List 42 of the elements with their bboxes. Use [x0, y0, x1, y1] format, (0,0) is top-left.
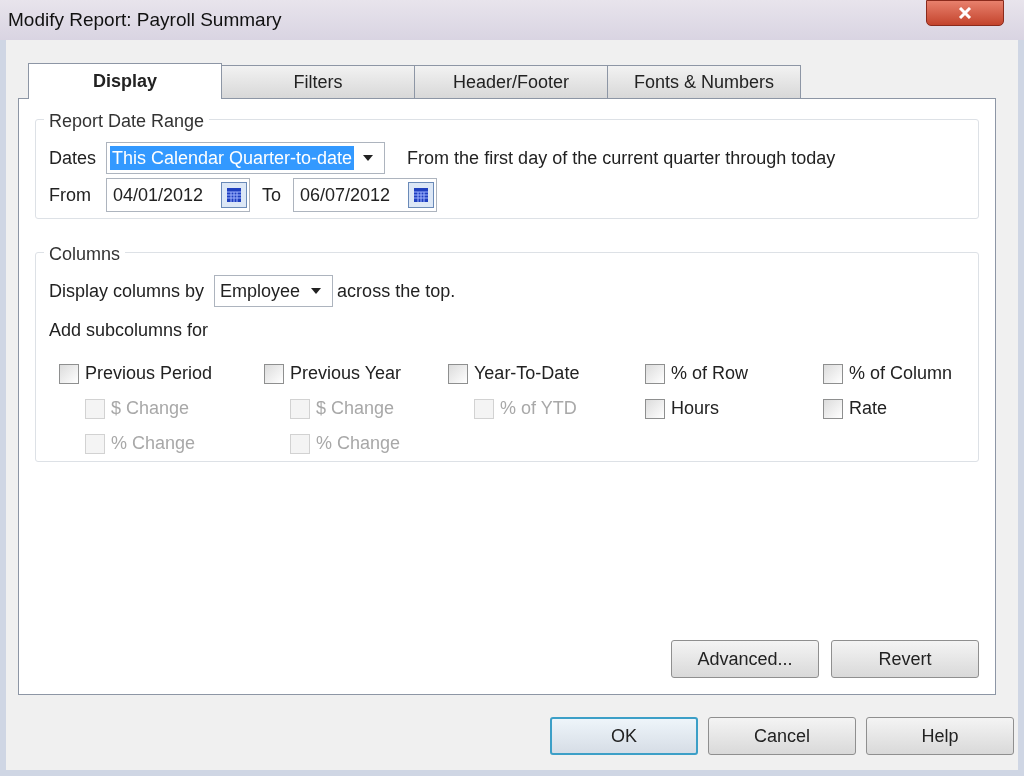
dropdown-arrow-icon: [363, 155, 374, 161]
dialog-button[interactable]: OK: [550, 717, 698, 755]
checkbox-option[interactable]: Previous Period: [59, 356, 213, 391]
close-button[interactable]: [926, 0, 1004, 26]
tab[interactable]: Filters: [221, 65, 415, 98]
checkbox[interactable]: [59, 363, 79, 384]
checkbox-option[interactable]: Hours: [645, 391, 719, 426]
calendar-icon: [227, 188, 241, 202]
field-label: Display columns by: [49, 279, 205, 303]
field-label: Dates: [49, 146, 98, 170]
dialog-button[interactable]: Help: [866, 717, 1014, 755]
columns-dropdown[interactable]: Employee: [214, 275, 334, 307]
checkbox-option[interactable]: Previous Year: [264, 356, 402, 391]
checkbox[interactable]: [264, 363, 284, 384]
close-icon: [958, 7, 972, 19]
calendar-button[interactable]: [221, 182, 247, 208]
checkbox-option[interactable]: % of Row: [645, 356, 749, 391]
date-field[interactable]: 06/07/2012: [293, 178, 437, 212]
calendar-icon: [414, 188, 428, 202]
checkbox[interactable]: [645, 363, 665, 384]
window-title: Modify Report: Payroll Summary: [8, 7, 282, 32]
checkbox-option[interactable]: % of Column: [823, 356, 953, 391]
field-label: From: [49, 183, 92, 207]
calendar-button[interactable]: [408, 182, 434, 208]
checkbox[interactable]: [823, 398, 843, 419]
checkbox[interactable]: [448, 363, 468, 384]
field-label: To: [262, 183, 281, 207]
dropdown-arrow-icon: [311, 288, 322, 294]
panel-button[interactable]: Advanced...: [671, 640, 819, 678]
checkbox-option[interactable]: Rate: [823, 391, 888, 426]
field-label: across the top.: [337, 279, 456, 303]
tab[interactable]: Header/Footer: [414, 65, 608, 98]
tab[interactable]: Fonts & Numbers: [607, 65, 801, 98]
checkbox-option[interactable]: Year-To-Date: [448, 356, 580, 391]
checkbox[interactable]: [823, 363, 843, 384]
panel-button[interactable]: Revert: [831, 640, 979, 678]
checkbox[interactable]: [645, 398, 665, 419]
tab[interactable]: Display: [28, 63, 222, 99]
description-text: From the first day of the current quarter through today: [407, 146, 836, 170]
dialog-button[interactable]: Cancel: [708, 717, 856, 755]
date-field[interactable]: 04/01/2012: [106, 178, 250, 212]
field-label: Add subcolumns for: [49, 319, 209, 342]
